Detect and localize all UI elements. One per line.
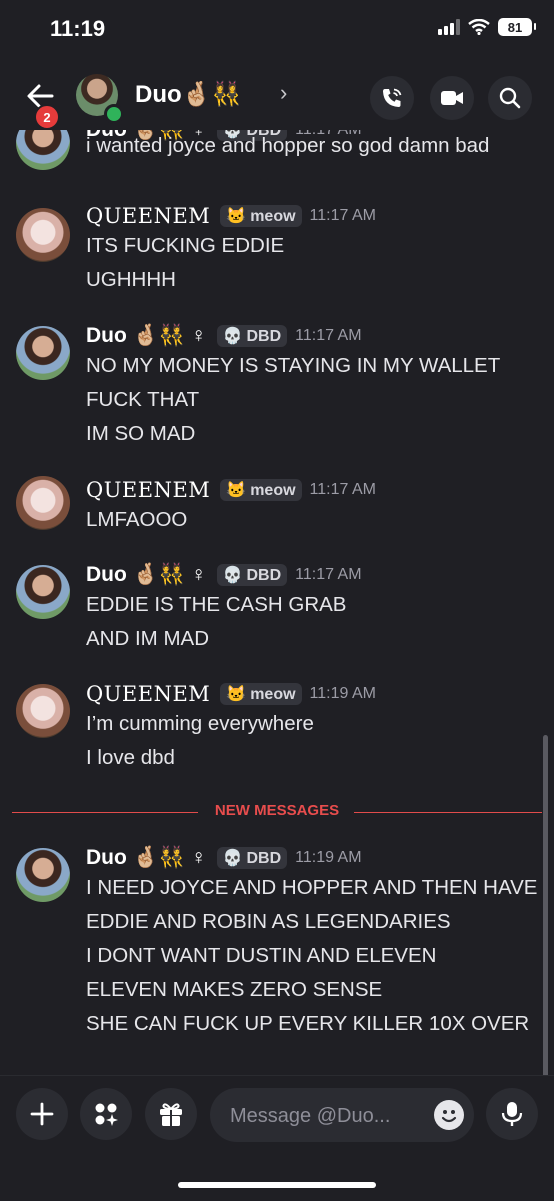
wifi-icon bbox=[468, 19, 490, 35]
message-header: Duo 🤞🏼👯 ♀ 💀DBD 11:17 AM bbox=[86, 561, 362, 589]
message-input[interactable] bbox=[228, 1088, 422, 1144]
phone-icon bbox=[383, 88, 402, 107]
clan-tag-label: DBD bbox=[246, 567, 282, 584]
cat-icon: 🐱 bbox=[226, 482, 247, 499]
message-header: Duo 🤞🏼👯 ♀ 💀 DBD 11:19 AM bbox=[86, 844, 362, 872]
username[interactable]: Duo 🤞🏼👯 ♀ bbox=[86, 324, 207, 348]
message-header: QUEENEM 🐱 meow 11:17 AM bbox=[86, 202, 376, 230]
message-input-container[interactable] bbox=[210, 1088, 474, 1144]
clan-tag[interactable]: 🐱 meow bbox=[220, 479, 302, 501]
skull-icon: 💀 bbox=[222, 850, 243, 867]
message-text: UGHHHH bbox=[86, 268, 176, 291]
skull-icon: 💀 bbox=[222, 567, 243, 584]
message-text: I DONT WANT DUSTIN AND ELEVEN bbox=[86, 944, 437, 967]
video-call-button[interactable] bbox=[430, 76, 474, 120]
timestamp: 11:17 AM bbox=[295, 327, 362, 344]
gift-icon bbox=[160, 1103, 182, 1126]
message-header: QUEENEM 🐱 meow 11:17 AM bbox=[86, 476, 376, 504]
username[interactable]: QUEENEM bbox=[86, 682, 210, 706]
message-text: FUCK THAT bbox=[86, 388, 200, 411]
clan-tag[interactable]: 💀 DBD bbox=[216, 325, 288, 347]
message-list[interactable]: Duo 🤞🏼👯 ♀ 💀DBD 11:17 AM i wanted joyce a… bbox=[0, 130, 554, 1075]
message-text: LMFAOOO bbox=[86, 508, 188, 531]
status-bar: 11:19 81 bbox=[0, 0, 554, 62]
clan-tag[interactable]: 💀 DBD bbox=[216, 847, 288, 869]
online-status-indicator bbox=[104, 104, 124, 124]
search-button[interactable] bbox=[488, 76, 532, 120]
user-avatar[interactable] bbox=[16, 684, 70, 738]
clan-tag-label: meow bbox=[250, 482, 296, 499]
home-indicator[interactable] bbox=[178, 1182, 376, 1188]
timestamp: 11:17 AM bbox=[309, 481, 376, 498]
clan-tag-label: DBD bbox=[246, 328, 282, 345]
username[interactable]: QUEENEM bbox=[86, 204, 210, 228]
apps-sparkle-icon bbox=[95, 1103, 118, 1126]
user-avatar[interactable] bbox=[16, 848, 70, 902]
message-header: Duo 🤞🏼👯 ♀ 💀DBD 11:17 AM bbox=[86, 322, 362, 350]
clan-tag-label: meow bbox=[250, 686, 296, 703]
message-text: I NEED JOYCE AND HOPPER AND THEN HAVE bbox=[86, 876, 538, 899]
username[interactable]: Duo 🤞🏼👯 ♀ bbox=[86, 563, 207, 587]
user-avatar[interactable] bbox=[16, 130, 70, 170]
battery-icon: 81 bbox=[498, 18, 536, 36]
scrollbar[interactable] bbox=[543, 735, 548, 1075]
skull-icon: 💀 bbox=[222, 328, 243, 345]
message-text: IM SO MAD bbox=[86, 422, 196, 445]
microphone-icon bbox=[501, 1102, 523, 1126]
new-messages-label: NEW MESSAGES bbox=[214, 802, 340, 819]
message-header: QUEENEM 🐱 meow 11:19 AM bbox=[86, 680, 376, 708]
message-text: I’m cumming everywhere bbox=[86, 712, 314, 735]
message-text: EDDIE AND ROBIN AS LEGENDARIES bbox=[86, 910, 451, 933]
status-icons: 81 bbox=[438, 18, 536, 36]
user-avatar[interactable] bbox=[16, 326, 70, 380]
plus-icon bbox=[30, 1102, 54, 1126]
message-text: AND IM MAD bbox=[86, 627, 209, 650]
timestamp: 11:17 AM bbox=[309, 207, 376, 224]
cat-icon: 🐱 bbox=[226, 686, 247, 703]
voice-message-button[interactable] bbox=[486, 1088, 538, 1140]
voice-call-button[interactable] bbox=[370, 76, 414, 120]
timestamp: 11:19 AM bbox=[295, 849, 362, 866]
dm-header: Duo🤞🏼👯‍♀️ › bbox=[0, 62, 554, 130]
user-avatar[interactable] bbox=[16, 565, 70, 619]
clan-tag[interactable]: 🐱 meow bbox=[220, 683, 302, 705]
username[interactable]: QUEENEM bbox=[86, 478, 210, 502]
timestamp: 11:19 AM bbox=[309, 685, 376, 702]
message-text: EDDIE IS THE CASH GRAB bbox=[86, 593, 347, 616]
username[interactable]: Duo 🤞🏼👯 ♀ bbox=[86, 846, 207, 870]
user-avatar[interactable] bbox=[16, 476, 70, 530]
clan-tag[interactable]: 🐱 meow bbox=[220, 205, 302, 227]
clan-tag[interactable]: 💀 DBD bbox=[216, 564, 288, 586]
message-text: SHE CAN FUCK UP EVERY KILLER 10X OVER bbox=[86, 1012, 530, 1035]
message-text: ITS FUCKING EDDIE bbox=[86, 234, 285, 257]
message-text: I love dbd bbox=[86, 746, 175, 769]
smiley-icon bbox=[441, 1110, 457, 1123]
clan-tag-label: DBD bbox=[246, 850, 282, 867]
conversation-title[interactable]: Duo🤞🏼👯‍♀️ bbox=[135, 80, 241, 109]
message-text: ELEVEN MAKES ZERO SENSE bbox=[86, 978, 383, 1001]
message-text: i wanted joyce and hopper so god damn ba… bbox=[86, 134, 490, 157]
gift-button[interactable] bbox=[145, 1088, 197, 1140]
new-messages-divider: NEW MESSAGES bbox=[12, 802, 542, 822]
add-attachment-button[interactable] bbox=[16, 1088, 68, 1140]
message-text: NO MY MONEY IS STAYING IN MY WALLET bbox=[86, 354, 501, 377]
cellular-signal-icon bbox=[438, 19, 460, 35]
apps-button[interactable] bbox=[80, 1088, 132, 1140]
clan-tag-label: meow bbox=[250, 208, 296, 225]
unread-badge: 2 bbox=[34, 104, 60, 130]
emoji-button[interactable] bbox=[434, 1100, 464, 1130]
search-icon bbox=[499, 87, 521, 109]
status-time: 11:19 bbox=[50, 16, 106, 41]
user-avatar[interactable] bbox=[16, 208, 70, 262]
chevron-right-icon[interactable]: › bbox=[280, 80, 287, 106]
video-camera-icon bbox=[441, 91, 463, 105]
timestamp: 11:17 AM bbox=[295, 566, 362, 583]
cat-icon: 🐱 bbox=[226, 208, 247, 225]
